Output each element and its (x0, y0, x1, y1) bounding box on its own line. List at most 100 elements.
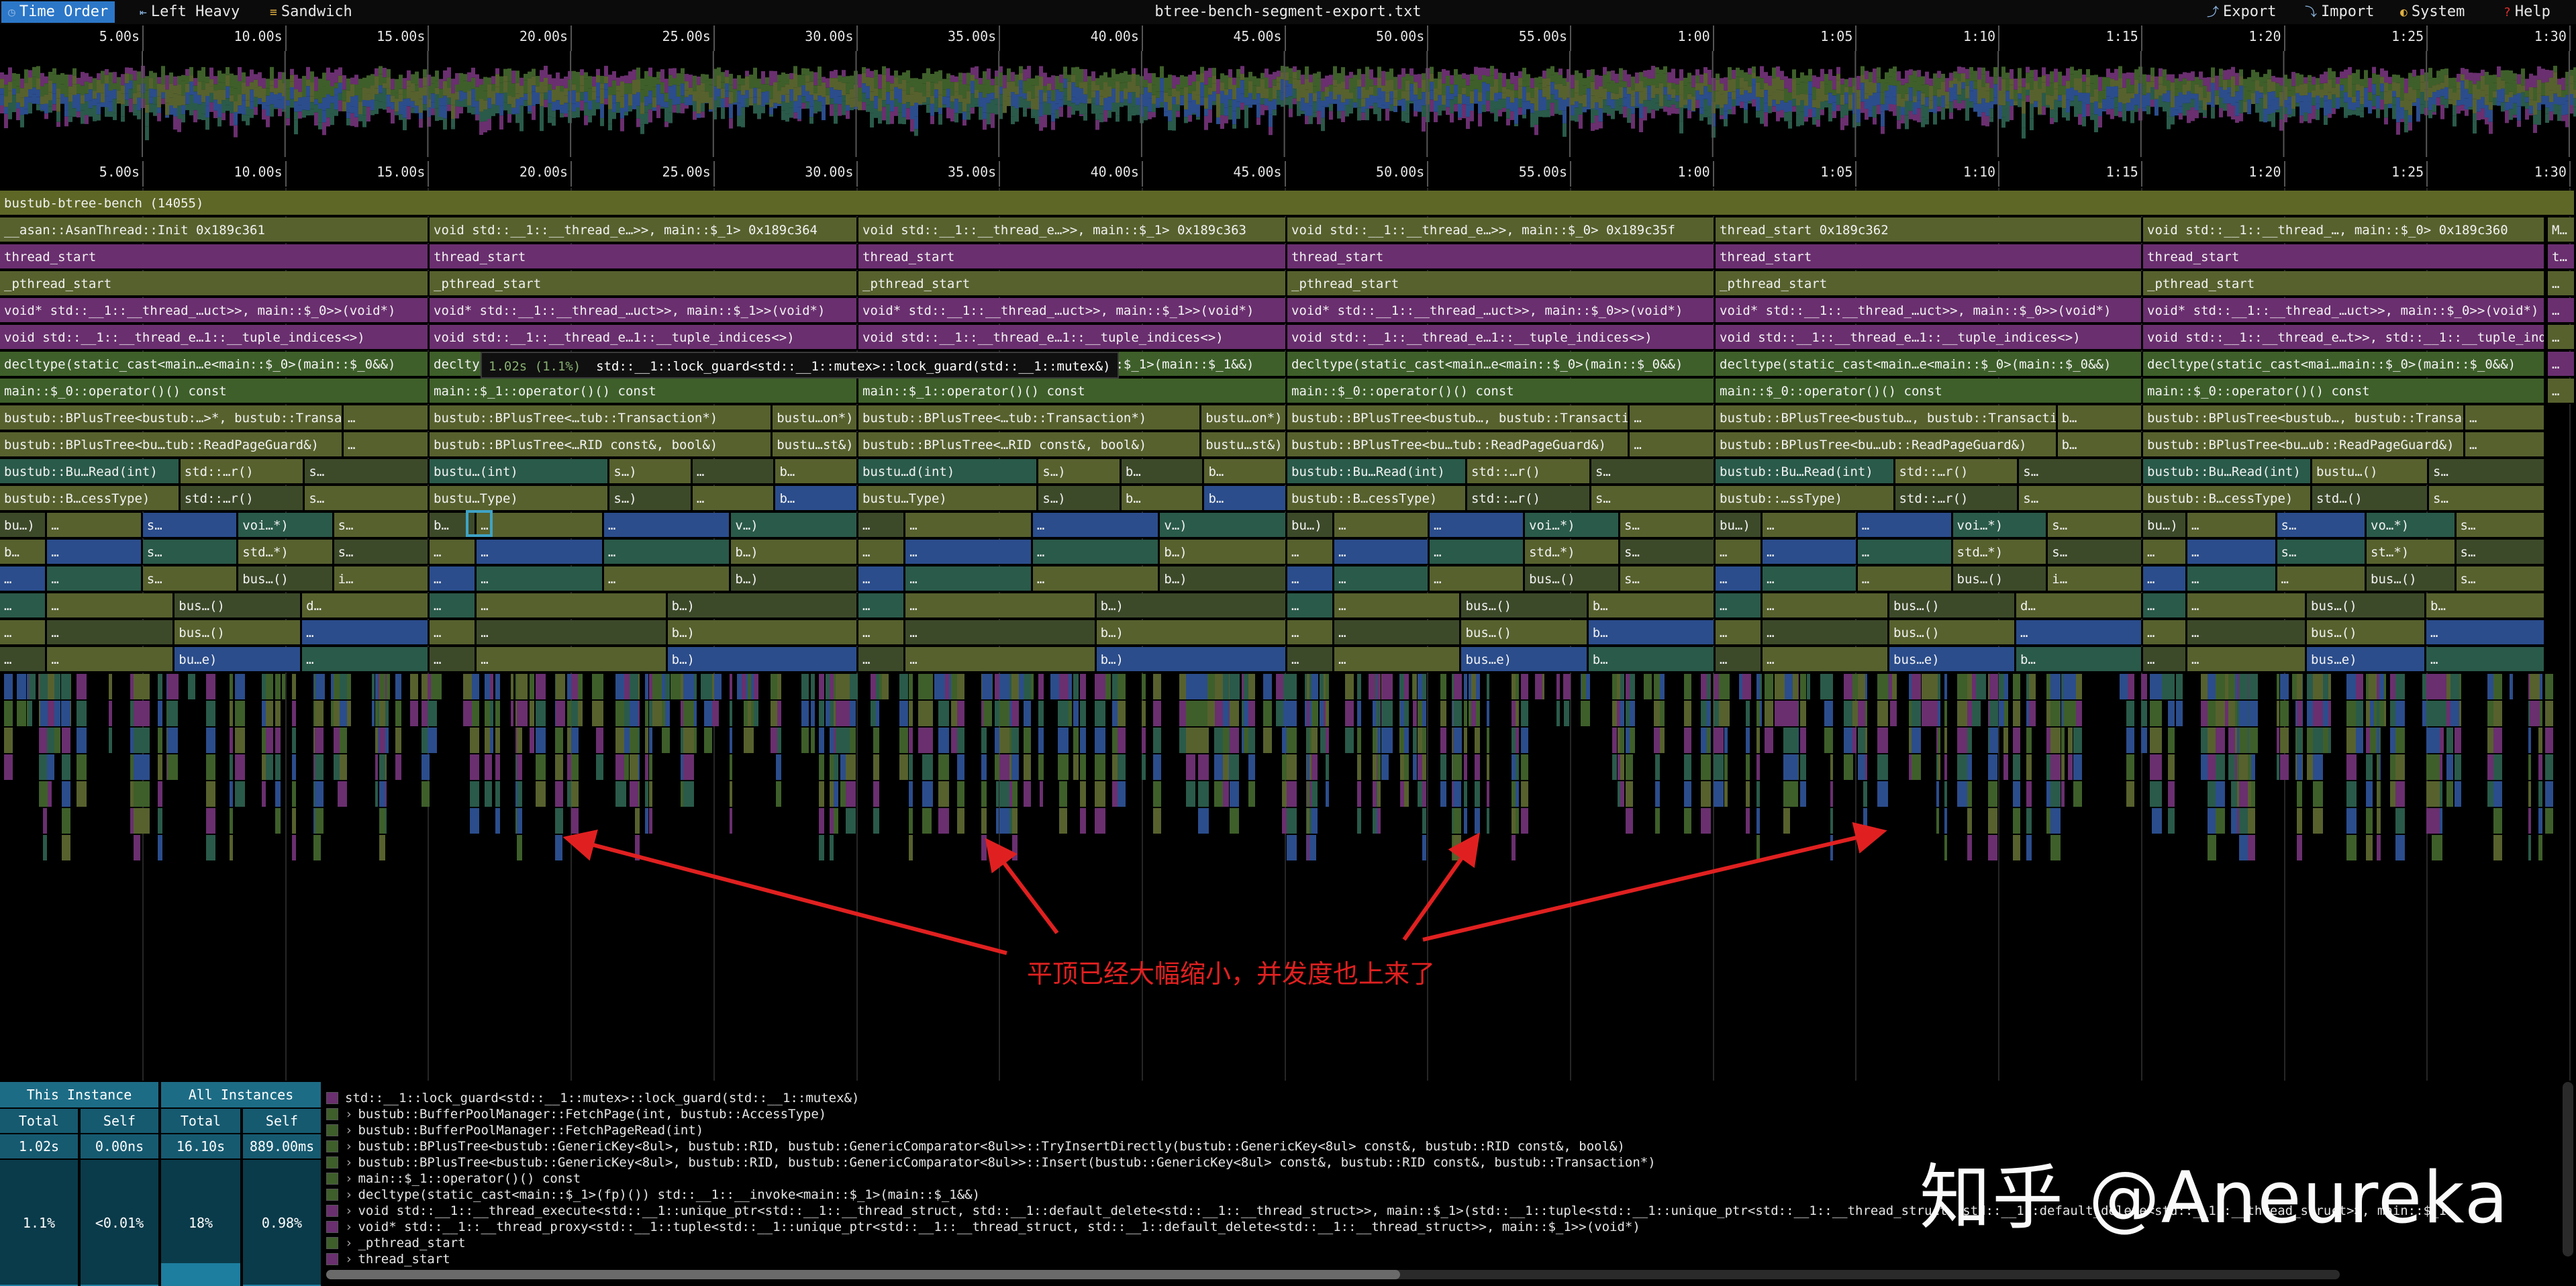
call-frame[interactable]: … (1334, 513, 1430, 538)
call-frame[interactable]: b… (1204, 459, 1287, 485)
call-frame[interactable]: bustub::BPlusTree<bustub:…>*, bustub::Tr… (0, 405, 344, 431)
call-frame[interactable]: bus…() (1952, 566, 2048, 592)
call-frame[interactable]: s… (1620, 540, 1716, 565)
thread-frame[interactable]: void std::__1::__thread_e…t>>, std::__1:… (2143, 325, 2546, 350)
call-frame[interactable]: b… (2057, 405, 2143, 431)
call-frame[interactable]: std::…r() (180, 459, 305, 485)
call-stack-vertical-scrollbar[interactable] (2563, 1082, 2573, 1256)
call-frame[interactable]: … (1763, 513, 1858, 538)
call-frame[interactable]: std::…r() (1467, 486, 1591, 511)
thread-frame[interactable]: thread_start (1287, 244, 1716, 270)
flame-root-frame[interactable]: bustub-btree-bench (14055) (0, 191, 2576, 216)
thread-frame[interactable]: _pthread_start (1287, 271, 1716, 297)
call-frame[interactable]: b… (2426, 593, 2546, 619)
call-frame[interactable]: … (2143, 566, 2187, 592)
chevron-right-icon[interactable]: › (345, 1107, 352, 1122)
call-frame[interactable]: … (1430, 566, 1526, 592)
call-frame[interactable]: bustub::BPlusTree<…tub::Transaction*) (430, 405, 773, 431)
call-frame[interactable]: … (1287, 540, 1335, 565)
call-frame[interactable]: bustub::BPlusTree<…RID const&, bool&) (430, 432, 773, 458)
chevron-right-icon[interactable]: › (345, 1220, 352, 1234)
call-frame[interactable]: … (1334, 566, 1430, 592)
chevron-right-icon[interactable]: › (345, 1236, 352, 1250)
call-frame[interactable]: … (692, 459, 776, 485)
call-frame[interactable]: … (858, 566, 906, 592)
call-frame[interactable]: bustub::BPlusTree<bustub…, bustub::Trans… (1716, 405, 2058, 431)
call-frame[interactable]: … (477, 620, 668, 646)
thread-frame[interactable]: main::$_1::operator()() const (430, 379, 858, 404)
call-frame[interactable]: bu…) (1287, 513, 1335, 538)
call-frame[interactable]: … (1430, 513, 1526, 538)
call-frame[interactable]: b…) (1096, 593, 1287, 619)
call-frame[interactable]: … (1857, 566, 1953, 592)
call-frame[interactable]: std…*) (1525, 540, 1621, 565)
call-frame[interactable]: … (430, 593, 477, 619)
call-frame[interactable]: s… (1620, 566, 1716, 592)
call-frame[interactable]: … (858, 620, 906, 646)
call-frame[interactable]: bustub::BPlusTree<bu…tub::ReadPageGuard&… (0, 432, 344, 458)
call-frame[interactable]: v…) (731, 513, 858, 538)
call-frame[interactable]: … (2187, 593, 2307, 619)
call-frame[interactable]: … (2187, 540, 2277, 565)
call-frame[interactable]: s…) (1038, 486, 1122, 511)
call-frame[interactable]: bustu…d(int) (858, 459, 1039, 485)
call-frame[interactable]: b…) (731, 540, 858, 565)
call-frame[interactable]: … (1716, 540, 1763, 565)
call-frame[interactable]: bus…() (1889, 593, 2016, 619)
call-frame[interactable]: … (603, 540, 732, 565)
call-frame[interactable]: b… (1588, 620, 1716, 646)
call-stack-horizontal-scrollbar[interactable] (326, 1270, 2340, 1279)
call-frame[interactable]: bustub::Bu…Read(int) (0, 459, 181, 485)
call-frame[interactable]: bus…() (2307, 620, 2426, 646)
thread-frame[interactable]: void* std::__1::__thread_…uct>>, main::$… (1716, 298, 2143, 324)
call-frame[interactable]: … (1032, 540, 1160, 565)
call-frame[interactable]: … (47, 513, 143, 538)
call-frame[interactable]: … (905, 566, 1033, 592)
call-frame[interactable]: b…) (1096, 620, 1287, 646)
chevron-right-icon[interactable]: › (345, 1171, 352, 1186)
call-frame[interactable]: … (0, 593, 48, 619)
call-frame[interactable]: … (1630, 405, 1716, 431)
call-stack-row[interactable]: › thread_start (326, 1251, 2561, 1267)
call-frame[interactable]: s… (2277, 513, 2367, 538)
thread-frame[interactable]: decltype(static_cast<main…e<main::$_0>(m… (1287, 352, 1716, 377)
call-frame[interactable]: … (344, 432, 430, 458)
call-frame[interactable]: bu…) (2143, 513, 2187, 538)
thread-frame[interactable]: thread_start (0, 244, 430, 270)
call-frame[interactable]: bustub::BPlusTree<bustub…, bustub::Trans… (2143, 405, 2465, 431)
call-frame[interactable]: std::…r() (180, 486, 305, 511)
call-frame[interactable]: b… (2057, 432, 2143, 458)
call-frame[interactable]: … (430, 620, 477, 646)
call-frame[interactable]: bus…() (175, 620, 303, 646)
call-frame[interactable]: … (1716, 647, 1763, 673)
call-frame[interactable]: s…) (609, 486, 693, 511)
call-frame[interactable]: bustub::Bu…Read(int) (1287, 459, 1467, 485)
call-frame[interactable]: s… (1591, 486, 1716, 511)
call-frame[interactable]: b… (1204, 486, 1287, 511)
call-frame[interactable]: bustub::BPlusTree<bu…ub::ReadPageGuard&) (2143, 432, 2465, 458)
thread-frame[interactable]: void* std::__1::__thread_…uct>>, main::$… (858, 298, 1287, 324)
thread-frame[interactable]: void* std::__1::__thread_…uct>>, main::$… (1287, 298, 1716, 324)
call-frame[interactable]: … (344, 405, 430, 431)
call-frame[interactable]: voi…*) (1952, 513, 2048, 538)
call-frame[interactable]: bus…() (175, 593, 303, 619)
call-frame[interactable]: bu…e) (175, 647, 303, 673)
call-frame[interactable]: vo…*) (2367, 513, 2457, 538)
call-frame[interactable]: bustub::BPlusTree<…tub::Transaction*) (858, 405, 1202, 431)
call-frame[interactable]: s… (1591, 459, 1716, 485)
call-stack-row[interactable]: std::__1::lock_guard<std::__1::mutex>::l… (326, 1090, 2561, 1106)
call-frame[interactable]: … (1032, 513, 1160, 538)
thread-frame[interactable]: void std::__1::__thread_e…>>, main::$_1>… (430, 217, 858, 243)
call-frame[interactable]: … (858, 593, 906, 619)
call-frame[interactable]: s… (2429, 459, 2546, 485)
call-frame[interactable]: bustu…Type) (430, 486, 610, 511)
thread-frame[interactable]: … (2548, 352, 2576, 377)
call-frame[interactable]: bus…() (1461, 593, 1589, 619)
thread-frame[interactable]: decltype(static_cast<mai…main::$_0>(main… (2143, 352, 2546, 377)
thread-frame[interactable]: void* std::__1::__thread_…uct>>, main::$… (430, 298, 858, 324)
call-frame[interactable]: bustub::B…cessType) (1287, 486, 1467, 511)
chevron-right-icon[interactable]: › (345, 1203, 352, 1218)
call-frame[interactable]: s… (142, 566, 239, 592)
call-frame[interactable]: … (1763, 593, 1890, 619)
call-frame[interactable]: s… (2019, 459, 2143, 485)
